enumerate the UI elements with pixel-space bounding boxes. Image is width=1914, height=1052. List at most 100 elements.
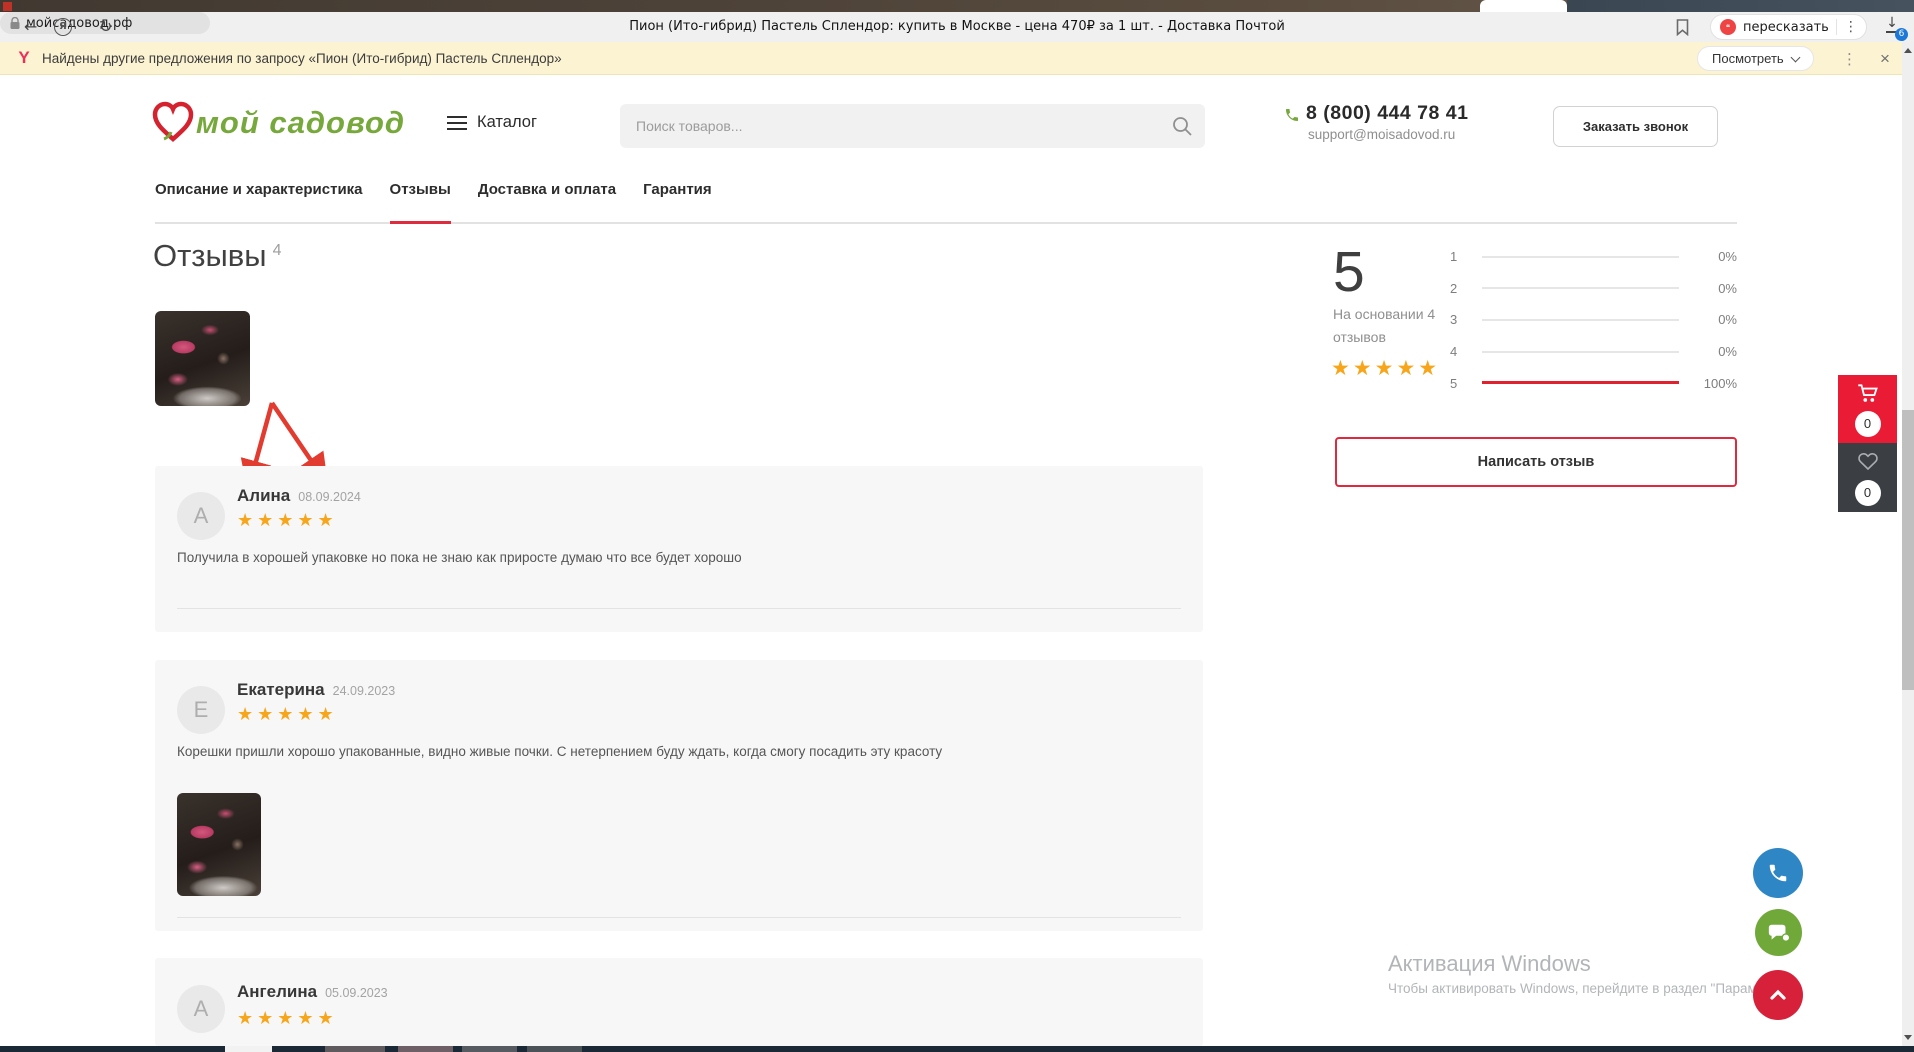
chat-icon (1767, 922, 1791, 944)
page-title: Пион (Ито-гибрид) Пастель Сплендор: купи… (629, 12, 1285, 42)
rating-bar-fill (1482, 381, 1679, 384)
back-icon[interactable]: ← (24, 12, 37, 42)
rating-distribution: 10% 20% 30% 40% 5100% (1450, 241, 1737, 399)
url-text: мойсадовод.рф (26, 16, 132, 31)
phone-icon (1767, 862, 1789, 884)
taskbar-item (325, 1046, 385, 1052)
review-divider (177, 608, 1181, 609)
chevron-down-icon (1790, 52, 1800, 62)
review-date: 05.09.2023 (325, 986, 388, 1000)
average-rating: 5 (1333, 239, 1365, 305)
scrollbar-thumb[interactable] (1902, 410, 1914, 690)
reviews-count: 4 (273, 242, 282, 259)
rating-row: 40% (1450, 336, 1737, 368)
review-photo-thumbnail[interactable] (155, 311, 250, 406)
review-card: А Алина 08.09.2024 ★★★★★ Получила в хорош… (155, 466, 1203, 632)
logo-heart-icon[interactable] (150, 99, 196, 145)
scroll-to-top-button[interactable] (1753, 970, 1803, 1020)
reviewer-name: Алина 08.09.2024 (237, 486, 361, 506)
review-date: 24.09.2023 (333, 684, 396, 698)
taskbar-item (462, 1046, 517, 1052)
order-call-button[interactable]: Заказать звонок (1553, 106, 1718, 147)
cart-icon (1855, 382, 1881, 406)
review-divider (177, 917, 1181, 918)
review-text: Получила в хорошей упаковке но пока не з… (177, 550, 1157, 565)
downloads-button[interactable]: ↓ 6 (1882, 16, 1902, 38)
quote-icon: ❝ (1720, 19, 1736, 35)
download-count-badge: 6 (1895, 28, 1908, 41)
tab-reviews[interactable]: Отзывы (390, 178, 451, 222)
tab-delivery[interactable]: Доставка и оплата (478, 178, 616, 222)
retell-menu-icon[interactable]: ⋮ (1844, 19, 1858, 35)
tab-strip-accent (3, 2, 12, 11)
lock-icon (10, 17, 20, 30)
heart-icon (1856, 450, 1880, 472)
browser-toolbar: ← Я ↻ мойсадовод.рф Пион (Ито-гибрид) Па… (0, 12, 1914, 42)
review-date: 08.09.2024 (298, 490, 361, 504)
taskbar-strip (0, 1046, 1914, 1052)
scrollbar-up-arrow[interactable] (1904, 48, 1912, 53)
review-photo-thumbnail[interactable] (177, 793, 261, 896)
page-scrollbar[interactable] (1902, 42, 1914, 1046)
chevron-up-icon (1766, 983, 1790, 1007)
rating-bar-track (1482, 287, 1679, 289)
average-stars: ★★★★★ (1331, 356, 1440, 381)
yandex-browser-icon[interactable]: Я (54, 18, 72, 36)
tab-description[interactable]: Описание и характеристика (155, 178, 363, 222)
tab-strip-right (1567, 0, 1914, 12)
view-offers-button[interactable]: Посмотреть (1697, 46, 1814, 71)
callback-float-button[interactable] (1753, 848, 1803, 898)
tab-warranty[interactable]: Гарантия (643, 178, 712, 222)
chat-float-button[interactable] (1755, 909, 1802, 956)
review-stars: ★★★★★ (237, 1008, 338, 1029)
favorites-count-badge: 0 (1855, 480, 1881, 506)
rating-row-label: 2 (1450, 281, 1464, 296)
favorites-widget[interactable]: 0 (1838, 443, 1897, 512)
infobar-menu-icon[interactable]: ⋮ (1842, 47, 1857, 71)
taskbar-item (225, 1046, 272, 1052)
reviewer-name-text: Алина (237, 486, 290, 505)
rating-row: 30% (1450, 304, 1737, 336)
taskbar-item (398, 1046, 453, 1052)
windows-activation-subtitle: Чтобы активировать Windows, перейдите в … (1388, 981, 1796, 996)
retell-button[interactable]: ❝ пересказать ⋮ (1710, 14, 1867, 40)
rating-row-percent: 100% (1695, 376, 1737, 391)
reviewer-name: Екатерина 24.09.2023 (237, 680, 395, 700)
review-stars: ★★★★★ (237, 704, 338, 725)
header-email[interactable]: support@moisadovod.ru (1308, 127, 1455, 142)
avatar: Е (177, 686, 225, 734)
yandex-offers-infobar: Y Найдены другие предложения по запросу … (0, 42, 1902, 75)
write-review-button[interactable]: Написать отзыв (1335, 437, 1737, 487)
rating-row-percent: 0% (1695, 249, 1737, 264)
reviewer-name-text: Ангелина (237, 982, 317, 1001)
rating-bar-track (1482, 382, 1679, 384)
taskbar-item (527, 1046, 582, 1052)
review-card: А Ангелина05.09.2023 ★★★★★ (155, 958, 1203, 1046)
scrollbar-down-arrow[interactable] (1904, 1035, 1912, 1040)
yandex-logo-icon: Y (14, 48, 34, 68)
avatar: А (177, 492, 225, 540)
bookmark-icon[interactable] (1676, 19, 1689, 36)
rating-row-percent: 0% (1695, 344, 1737, 359)
page-content: мой садовод Каталог 8 (800) 444 78 41 su… (0, 75, 1902, 1046)
catalog-button[interactable]: Каталог (477, 113, 537, 132)
infobar-close-icon[interactable]: × (1880, 46, 1890, 71)
reviewer-name-text: Екатерина (237, 680, 325, 699)
view-offers-label: Посмотреть (1712, 51, 1784, 66)
rating-bar-track (1482, 256, 1679, 258)
rating-row-percent: 0% (1695, 281, 1737, 296)
search-input[interactable] (620, 104, 1205, 148)
rating-row: 5 100% (1450, 367, 1737, 399)
infobar-message: Найдены другие предложения по запросу «П… (42, 42, 562, 75)
rating-row-label: 5 (1450, 376, 1464, 391)
search-icon[interactable] (1171, 115, 1193, 137)
catalog-menu-icon[interactable] (447, 116, 467, 134)
rating-bar-track (1482, 351, 1679, 353)
pill-divider (1836, 19, 1837, 35)
header-phone-number[interactable]: 8 (800) 444 78 41 (1306, 102, 1468, 125)
cart-widget[interactable]: 0 (1838, 375, 1897, 443)
logo-text[interactable]: мой садовод (196, 105, 405, 141)
reload-icon[interactable]: ↻ (99, 12, 112, 42)
review-stars: ★★★★★ (237, 510, 338, 531)
cart-count-badge: 0 (1855, 411, 1881, 437)
